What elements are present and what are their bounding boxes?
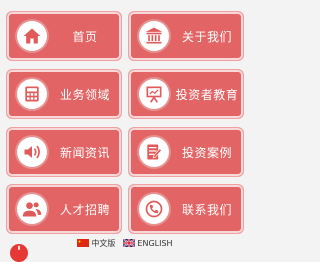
- calculator-icon: [17, 79, 47, 109]
- uk-flag-icon: [123, 239, 136, 247]
- speaker-icon: [17, 137, 47, 167]
- chinese-language-link[interactable]: 中文版: [77, 238, 115, 249]
- english-language-label: ENGLISH: [137, 238, 173, 248]
- menu-tile-label: 投资者教育: [175, 87, 239, 102]
- document-edit-icon: [139, 137, 169, 167]
- chinese-language-label: 中文版: [91, 238, 116, 248]
- menu-tile-contact[interactable]: 联系我们: [128, 184, 244, 234]
- menu-tile-label: 投资案例: [181, 145, 232, 160]
- menu-tile-label: 业务领域: [59, 87, 110, 102]
- home-icon: [17, 21, 47, 51]
- menu-tile-home[interactable]: 首页: [6, 11, 122, 61]
- building-icon: [139, 21, 169, 51]
- menu-tile-careers[interactable]: 人才招聘: [6, 184, 122, 234]
- language-switcher: 中文版 ENGLISH: [0, 236, 250, 250]
- china-flag-icon: [77, 239, 90, 247]
- menu-tile-label: 人才招聘: [59, 202, 110, 217]
- english-language-link[interactable]: ENGLISH: [123, 238, 173, 248]
- menu-tile-cases[interactable]: 投资案例: [128, 127, 244, 177]
- menu-tile-education[interactable]: 投资者教育: [128, 69, 244, 119]
- presentation-board-icon: [139, 79, 169, 109]
- menu-tile-business[interactable]: 业务领域: [6, 69, 122, 119]
- menu-tile-label: 关于我们: [181, 29, 232, 44]
- menu-tile-label: 联系我们: [181, 202, 232, 217]
- menu-tile-label: 新闻资讯: [59, 145, 110, 160]
- menu-tile-label: 首页: [72, 29, 98, 44]
- alert-badge-icon[interactable]: [10, 244, 28, 262]
- users-icon: [17, 194, 47, 224]
- menu-tile-news[interactable]: 新闻资讯: [6, 127, 122, 177]
- phone-icon: [139, 194, 169, 224]
- menu-tile-about[interactable]: 关于我们: [128, 11, 244, 61]
